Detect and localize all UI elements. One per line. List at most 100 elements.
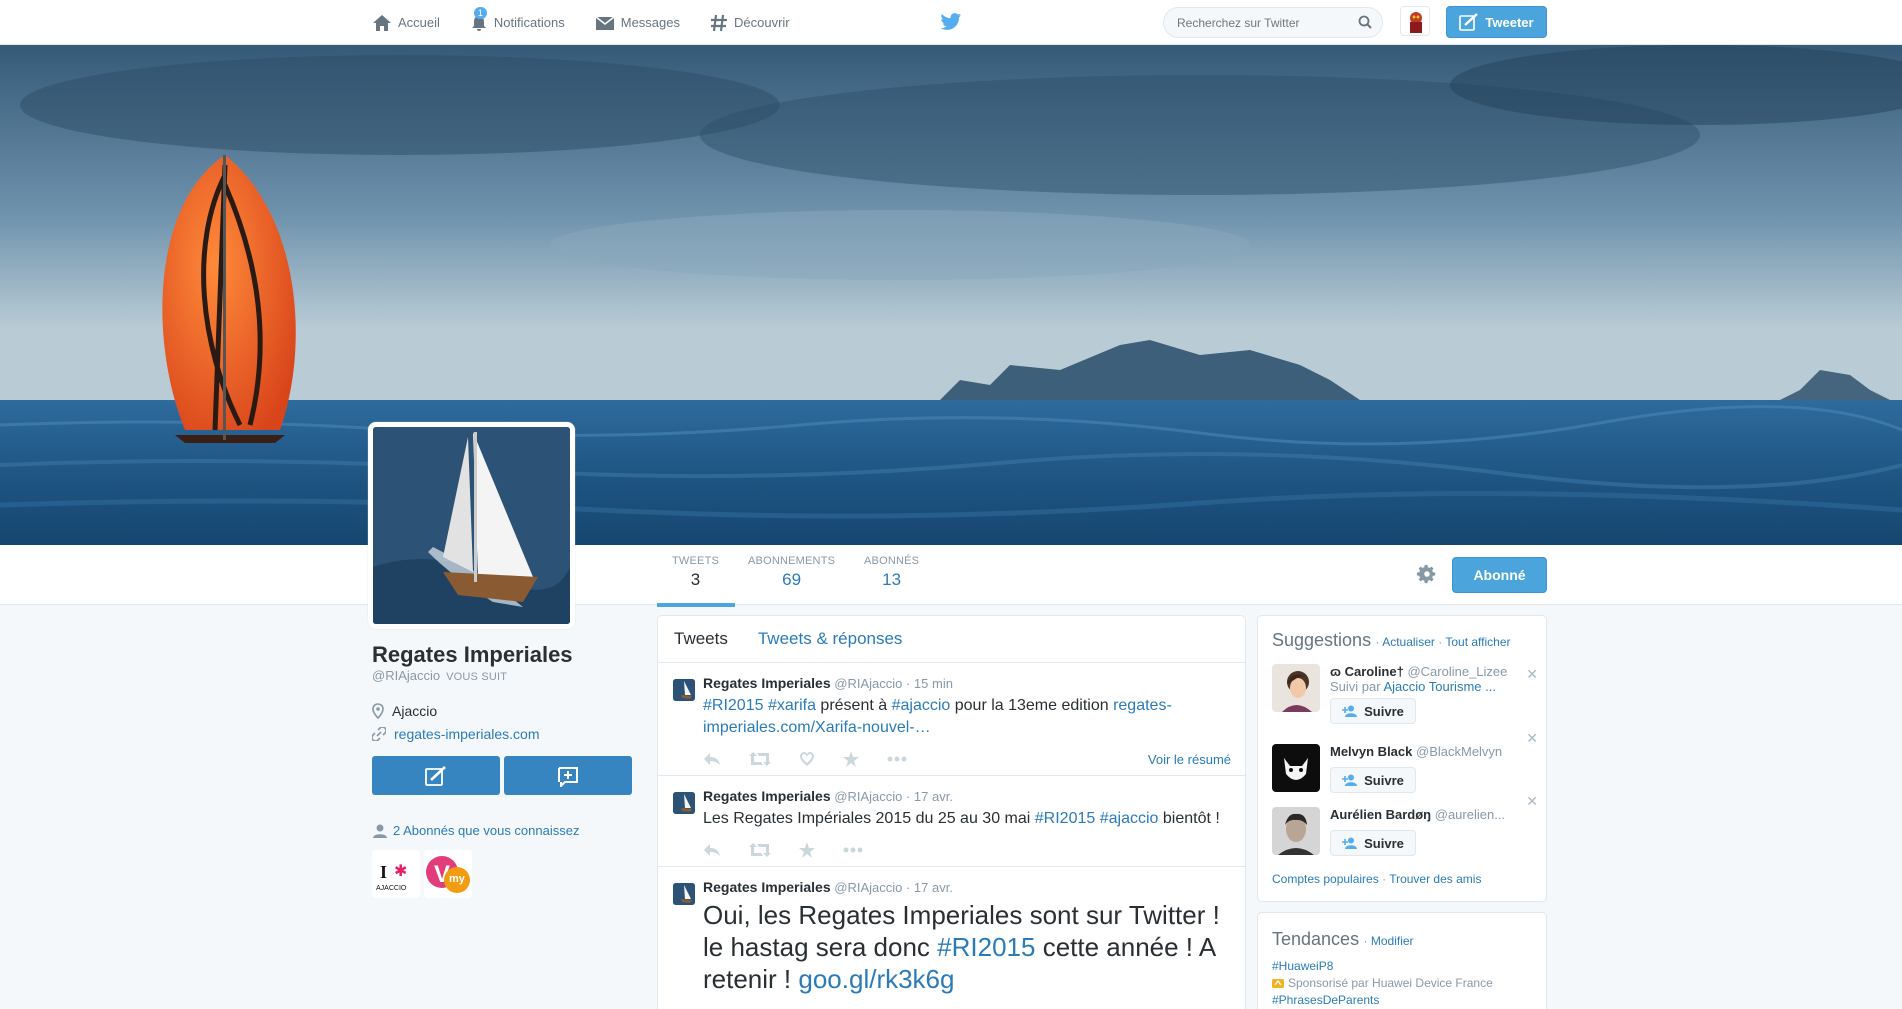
tweet-author-name[interactable]: Regates Imperiales: [703, 788, 831, 804]
popular-accounts-link[interactable]: Comptes populaires: [1272, 872, 1379, 886]
dismiss-icon[interactable]: ✕: [1526, 793, 1538, 810]
stat-followers[interactable]: ABONNÉS 13: [864, 555, 919, 603]
show-all-link[interactable]: Tout afficher: [1445, 635, 1510, 649]
known-follower-avatar[interactable]: Vmy: [424, 850, 472, 898]
stat-followers-value: 13: [882, 570, 902, 589]
profile-avatar[interactable]: [368, 422, 575, 629]
known-avatar-1-letter: I: [380, 862, 387, 882]
tweet-author-name[interactable]: Regates Imperiales: [703, 879, 831, 895]
follow-button[interactable]: Suivre: [1330, 830, 1416, 856]
suggestion-handle[interactable]: @Caroline_Lizee: [1407, 664, 1507, 679]
search-input[interactable]: [1164, 8, 1344, 37]
tab-tweets-replies[interactable]: Tweets & réponses: [758, 629, 903, 649]
trend-sponsor: Sponsorisé par Huawei Device France: [1272, 976, 1493, 990]
tweet-time[interactable]: 15 min: [914, 676, 953, 691]
direct-message-button[interactable]: [504, 756, 632, 795]
profile-handle[interactable]: @RIAjaccio: [372, 668, 440, 683]
tweet-avatar[interactable]: [673, 792, 695, 814]
tweet-author-handle[interactable]: @RIAjaccio: [834, 880, 902, 895]
tab-tweets[interactable]: Tweets: [674, 629, 728, 649]
stat-tweets[interactable]: TWEETS 3: [657, 555, 736, 607]
nav-messages[interactable]: Messages: [595, 0, 680, 45]
favorite-icon[interactable]: [799, 751, 815, 767]
compose-tweet-button[interactable]: Tweeter: [1446, 6, 1547, 38]
tweet-link[interactable]: #xarifa: [768, 697, 816, 714]
trend-tag[interactable]: #HuaweiP8: [1272, 959, 1333, 973]
tweet-link[interactable]: goo.gl/rk3k6g: [798, 964, 954, 994]
tweet-avatar[interactable]: [673, 679, 695, 701]
profile-banner: [0, 45, 1902, 545]
reply-icon[interactable]: [703, 843, 721, 857]
tweet-to-button[interactable]: [372, 756, 500, 795]
tweet-avatar[interactable]: [673, 883, 695, 905]
profile-website-link[interactable]: regates-imperiales.com: [394, 726, 540, 742]
tweet-time[interactable]: 17 avr.: [914, 880, 953, 895]
twitter-bird-icon[interactable]: [940, 12, 962, 32]
nav-notifications[interactable]: 1 Notifications: [470, 0, 565, 45]
trend-item[interactable]: #PhrasesDeParents: [1272, 993, 1379, 1007]
tweet[interactable]: Regates Imperiales @RIAjaccio · 17 avr. …: [658, 867, 1245, 995]
known-followers[interactable]: 2 Abonnés que vous connaissez: [372, 823, 579, 838]
suggestion-handle[interactable]: @BlackMelvyn: [1416, 744, 1502, 759]
tweet-time[interactable]: 17 avr.: [914, 789, 953, 804]
trend-tag[interactable]: #PhrasesDeParents: [1272, 993, 1379, 1007]
following-button[interactable]: Abonné: [1452, 557, 1547, 593]
profile-name: Regates Imperiales: [372, 642, 573, 667]
search-icon[interactable]: [1358, 15, 1372, 29]
suggestion-avatar[interactable]: [1272, 744, 1320, 792]
tweet[interactable]: Regates Imperiales @RIAjaccio · 17 avr. …: [658, 776, 1245, 867]
search-box[interactable]: [1163, 7, 1383, 38]
stat-following-value: 69: [782, 570, 802, 589]
suggestion-name[interactable]: Aurélien Bardøŋ: [1330, 807, 1431, 822]
suggestion-avatar[interactable]: [1272, 664, 1320, 712]
dismiss-icon[interactable]: ✕: [1526, 730, 1538, 747]
modify-trends-link[interactable]: Modifier: [1371, 934, 1414, 948]
nav-notifications-label: Notifications: [493, 15, 565, 30]
tweet-author-handle[interactable]: @RIAjaccio: [834, 789, 902, 804]
notification-badge: 1: [473, 7, 487, 19]
tweet-link[interactable]: #ajaccio: [1100, 810, 1159, 827]
stat-following-label: ABONNEMENTS: [748, 555, 836, 567]
tweet-text-segment: pour la 13eme edition: [950, 697, 1114, 714]
tweet-author-handle[interactable]: @RIAjaccio: [834, 676, 902, 691]
stat-following[interactable]: ABONNEMENTS 69: [748, 555, 835, 603]
suggestion-name[interactable]: ɷ Caroline†: [1330, 664, 1404, 679]
tweet-link[interactable]: #RI2015: [1035, 810, 1096, 827]
more-icon[interactable]: [887, 756, 907, 762]
link-icon: [372, 727, 386, 741]
tweet-author-name[interactable]: Regates Imperiales: [703, 675, 831, 691]
star-icon[interactable]: [799, 842, 815, 858]
tweet-link[interactable]: #ajaccio: [892, 697, 951, 714]
profile-location-text: Ajaccio: [392, 703, 438, 719]
user-avatar[interactable]: [1400, 6, 1430, 36]
follow-button-label: Suivre: [1364, 703, 1404, 719]
compose-icon: [425, 765, 446, 786]
location-pin-icon: [372, 703, 384, 719]
view-summary-link[interactable]: Voir le résumé: [1148, 752, 1231, 767]
dismiss-icon[interactable]: ✕: [1526, 666, 1538, 683]
star-icon[interactable]: [843, 751, 859, 767]
refresh-link[interactable]: Actualiser: [1382, 635, 1435, 649]
retweet-icon[interactable]: [749, 752, 771, 766]
tweet-link[interactable]: #RI2015: [703, 697, 764, 714]
more-icon[interactable]: [843, 847, 863, 853]
suggestion-name[interactable]: Melvyn Black: [1330, 744, 1412, 759]
nav-discover-label: Découvrir: [733, 15, 790, 30]
known-follower-avatar[interactable]: I ✱ AJACCIO: [372, 850, 420, 898]
gear-icon[interactable]: [1416, 563, 1438, 585]
suggestion-handle[interactable]: @aurelien...: [1435, 807, 1505, 822]
trend-item[interactable]: #HuaweiP8: [1272, 959, 1333, 973]
suggestion-avatar[interactable]: [1272, 807, 1320, 855]
nav-discover[interactable]: Découvrir: [710, 0, 790, 45]
find-friends-link[interactable]: Trouver des amis: [1389, 872, 1481, 886]
follow-button[interactable]: Suivre: [1330, 698, 1416, 724]
retweet-icon[interactable]: [749, 843, 771, 857]
nav-home[interactable]: Accueil: [372, 0, 440, 45]
tweet-link[interactable]: #RI2015: [937, 932, 1035, 962]
followed-by-link[interactable]: Ajaccio Tourisme ...: [1383, 679, 1495, 694]
nav-home-label: Accueil: [398, 15, 440, 30]
compose-tweet-label: Tweeter: [1485, 14, 1534, 30]
follow-button[interactable]: Suivre: [1330, 767, 1416, 793]
tweet[interactable]: Regates Imperiales @RIAjaccio · 15 min #…: [658, 663, 1245, 776]
reply-icon[interactable]: [703, 752, 721, 766]
